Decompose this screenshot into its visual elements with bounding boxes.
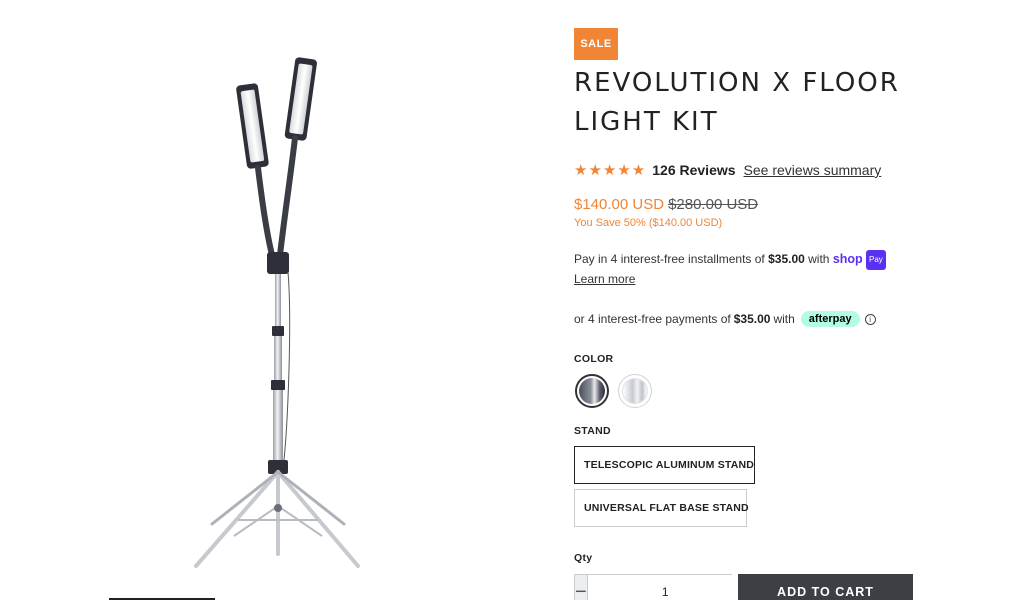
decrease-qty-button[interactable]: − [575,575,587,600]
color-label: COLOR [574,353,614,365]
sale-badge: SALE [574,28,618,60]
afterpay-logo-icon: afterpay [800,311,860,327]
product-info: SALE REVOLUTION X FLOOR LIGHT KIT ★★★★★ … [574,0,1014,600]
afterpay-amount: $35.00 [733,312,771,326]
sale-price: $140.00 USD [574,195,665,213]
shop-pay-logo-icon: shop [832,252,863,266]
afterpay-installments: or 4 interest-free payments of $35.00 wi… [574,310,876,328]
shop-pay-text: Pay in 4 interest-free installments of [574,252,769,266]
reviews-count[interactable]: 126 Reviews [652,162,735,178]
shop-pay-badge: Pay [866,250,886,270]
learn-more-link[interactable]: Learn more [574,272,635,286]
price-row: $140.00 USD $280.00 USD [574,194,758,214]
rating-row: ★★★★★ 126 Reviews See reviews summary [574,160,881,180]
swatch-fill [579,378,605,404]
stand-option-telescopic[interactable]: TELESCOPIC ALUMINUM STAND [574,446,755,484]
info-icon[interactable]: i [864,313,876,325]
swatch-fill [622,378,648,404]
product-image[interactable] [150,40,430,580]
afterpay-with: with [773,312,795,326]
star-rating-icon: ★★★★★ [574,162,647,179]
qty-input[interactable] [586,575,744,600]
stand-option-flat-base[interactable]: UNIVERSAL FLAT BASE STAND [574,489,749,527]
color-swatch-dark-silver[interactable] [575,374,609,408]
shop-pay-amount: $35.00 [768,252,805,266]
shop-pay-installments: Pay in 4 interest-free installments of $… [574,250,904,288]
see-reviews-summary-link[interactable]: See reviews summary [744,162,882,178]
afterpay-text: or 4 interest-free payments of [574,312,731,326]
savings-text: You Save 50% ($140.00 USD) [574,217,723,229]
shop-pay-with: with [804,252,833,266]
color-swatch-light-silver[interactable] [618,374,652,408]
compare-price: $280.00 USD [668,195,759,213]
quantity-stepper: − + [574,574,756,600]
product-title: REVOLUTION X FLOOR LIGHT KIT [574,68,900,137]
stand-label: STAND [574,425,611,437]
qty-label: Qty [574,552,593,564]
add-to-cart-button[interactable]: ADD TO CART [738,574,913,600]
